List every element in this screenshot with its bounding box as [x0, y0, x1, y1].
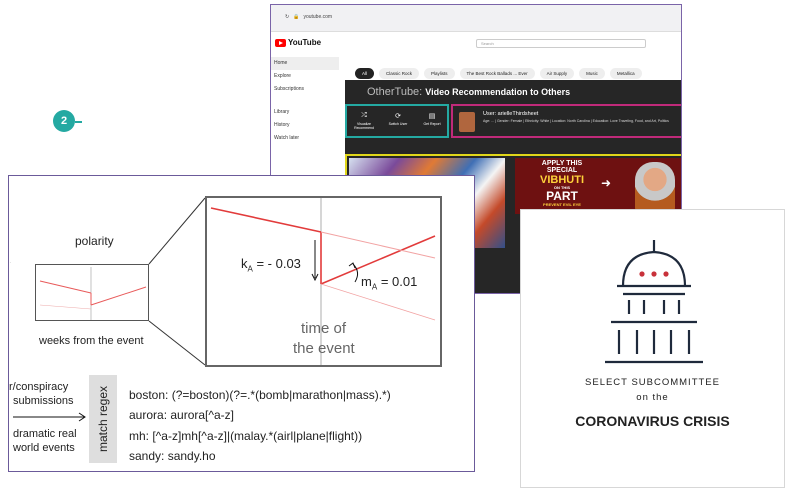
- othertube-controls: ⤮ Visualize Recommend ⟳ Switch User ▤ Get R…: [345, 104, 449, 138]
- user-description: Age: ... | Gender: Female | Ethnicity: W…: [483, 119, 669, 123]
- zoom-connector-top: [148, 197, 206, 265]
- othertube-title: OtherTube: Video Recommendation to Other…: [367, 86, 571, 98]
- chip-rock-ballads[interactable]: The Best Rock Ballads ... Ever: [459, 68, 535, 79]
- user-profile-panel[interactable]: User: arielleThirdsheet Age: ... | Gende…: [451, 104, 681, 138]
- regex-mh: mh: [^a-z]mh[^a-z]|(malay.*(airl|plane|f…: [129, 429, 363, 443]
- chip-playlists[interactable]: Playlists: [424, 68, 455, 79]
- report-button[interactable]: ▤ Get Report: [417, 112, 447, 126]
- subcommittee-title: SELECT SUBCOMMITTEE: [585, 377, 720, 388]
- ma-arrow-curve: [352, 263, 359, 283]
- regex-sandy: sandy: sandy.ho: [129, 449, 216, 463]
- sidebar-item-library[interactable]: Library: [271, 106, 339, 119]
- arrow-right-icon: ➜: [601, 176, 612, 190]
- chip-metallica[interactable]: Metallica: [609, 68, 642, 79]
- chip-classic-rock[interactable]: Classic Rock: [379, 68, 420, 79]
- visualize-button[interactable]: ⤮ Visualize Recommend: [349, 112, 379, 130]
- browser-address-bar[interactable]: ↻ 🔒 youtube.com: [271, 5, 681, 32]
- url-text[interactable]: youtube.com: [303, 14, 332, 20]
- sidebar-item-history[interactable]: History: [271, 119, 339, 132]
- conspiracy-label: r/conspiracy: [9, 381, 69, 393]
- user-avatar: [459, 112, 475, 132]
- badge-connector: [75, 121, 82, 123]
- lock-icon: 🔒: [293, 14, 300, 20]
- submissions-label: submissions: [13, 395, 74, 407]
- zoom-connector-bottom: [148, 320, 206, 366]
- coronavirus-crisis-title: CORONAVIRUS CRISIS: [575, 413, 730, 429]
- sidebar-item-explore[interactable]: Explore: [271, 70, 339, 83]
- switch-user-button[interactable]: ⟳ Switch User: [383, 112, 413, 126]
- regex-aurora: aurora: aurora[^a-z]: [129, 408, 235, 422]
- time-of-label: time of: [301, 320, 347, 337]
- dramatic-label: dramatic real: [13, 428, 77, 440]
- events-label: world events: [13, 442, 75, 454]
- zoomed-chart: kA = - 0.03 mA = 0.01 time of the event: [205, 196, 442, 367]
- polarity-chart-card: · polarity weeks from the event kA = - 0…: [8, 175, 475, 472]
- step-number-badge: 2: [53, 110, 75, 132]
- youtube-play-icon: [275, 38, 286, 47]
- right-arrow-icon: [13, 412, 86, 422]
- shuffle-icon: ⤮: [361, 112, 367, 119]
- ka-annotation: kA = - 0.03: [241, 256, 301, 274]
- the-event-label: the event: [293, 340, 355, 357]
- swap-icon: ⟳: [395, 113, 401, 120]
- chip-music[interactable]: Music: [579, 68, 605, 79]
- youtube-logo[interactable]: YouTube: [275, 38, 321, 47]
- report-icon: ▤: [428, 113, 436, 120]
- counterfactual-trend: [320, 231, 436, 259]
- chip-air-supply[interactable]: Air Supply: [539, 68, 575, 79]
- youtube-search-input[interactable]: Search: [476, 39, 646, 48]
- video-thumbnail-vibhuti[interactable]: APPLY THIS SPECIAL VIBHUTI ON THIS PART …: [515, 158, 681, 214]
- sidebar-item-home[interactable]: Home: [271, 57, 339, 70]
- capitol-dome-icon: [605, 240, 703, 364]
- trend-before-event: [210, 207, 322, 233]
- sidebar-item-subscriptions[interactable]: Subscriptions: [271, 83, 339, 96]
- regex-boston: boston: (?=boston)(?=.*(bomb|marathon|ma…: [129, 388, 391, 402]
- sidebar-item-watch-later[interactable]: Watch later: [271, 132, 339, 145]
- ma-annotation: mA = 0.01: [361, 274, 418, 292]
- speaker-portrait: [635, 162, 675, 212]
- reload-icon[interactable]: ↻: [285, 14, 289, 20]
- ma-arrow-head: [348, 262, 356, 269]
- on-the-text: on the: [636, 392, 669, 403]
- youtube-chip-bar: All Classic Rock Playlists The Best Rock Ba…: [355, 62, 647, 80]
- chip-all[interactable]: All: [355, 68, 375, 79]
- user-title: User: arielleThirdsheet: [483, 111, 539, 117]
- subcommittee-logo-card: SELECT SUBCOMMITTEE on the CORONAVIRUS C…: [520, 209, 785, 488]
- match-regex-band: match regex: [89, 375, 117, 463]
